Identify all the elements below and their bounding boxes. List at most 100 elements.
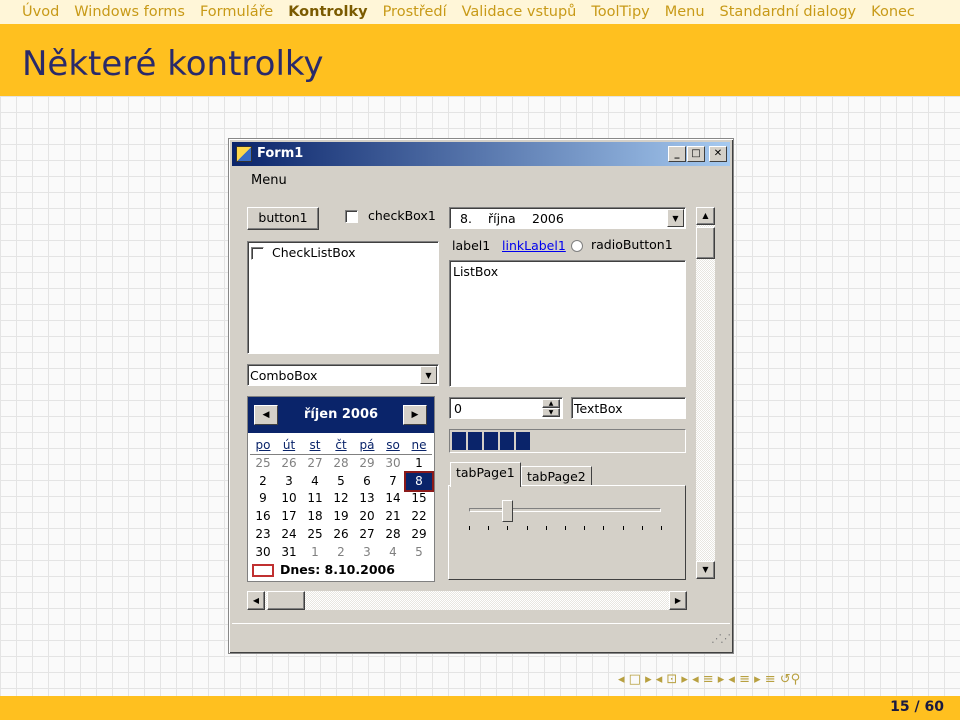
resize-grip-icon[interactable]: ⋰⋰ (711, 632, 731, 645)
close-button[interactable]: ✕ (709, 146, 727, 162)
status-separator (232, 623, 730, 624)
numeric-updown-value: 0 (454, 401, 462, 416)
calendar-day[interactable]: 30 (250, 544, 276, 562)
scroll-right-icon[interactable]: ▶ (669, 591, 687, 610)
textbox[interactable]: TextBox (571, 397, 686, 419)
trackbar-thumb[interactable] (502, 500, 514, 522)
scroll-down-icon[interactable]: ▼ (696, 561, 715, 579)
nav-item-kontrolky[interactable]: Kontrolky (288, 4, 367, 20)
listbox[interactable]: ListBox (449, 260, 686, 387)
calendar-day[interactable]: 16 (250, 508, 276, 526)
numeric-updown[interactable]: 0 ▲ ▼ (449, 397, 563, 419)
calendar-day[interactable]: 28 (380, 526, 406, 544)
calendar-day[interactable]: 4 (302, 473, 328, 491)
weekday-label: út (282, 438, 296, 452)
chevron-down-icon[interactable]: ▼ (667, 209, 684, 227)
calendar-day[interactable]: 29 (406, 526, 432, 544)
weekday-label: čt (335, 438, 347, 452)
calendar-day[interactable]: 17 (276, 508, 302, 526)
beamer-navigation-icons[interactable]: ◂ □ ▸ ◂ ⊡ ▸ ◂ ≡ ▸ ◂ ≡ ▸ ≡ ↺⚲ (618, 672, 800, 687)
calendar-day[interactable]: 14 (380, 490, 406, 508)
calendar-day[interactable]: 25 (250, 455, 276, 473)
scroll-left-icon[interactable]: ◀ (247, 591, 265, 610)
form-window: Form1 _ □ ✕ Menu button1 checkBox1 8. ří… (228, 138, 734, 654)
calendar-day[interactable]: 2 (250, 473, 276, 491)
calendar-day[interactable]: 7 (380, 473, 406, 491)
nav-item-prostredi[interactable]: Prostředí (383, 4, 447, 20)
calendar-day[interactable]: 22 (406, 508, 432, 526)
calendar-day[interactable]: 9 (250, 490, 276, 508)
vertical-scrollbar[interactable] (696, 207, 715, 579)
calendar-day[interactable]: 10 (276, 490, 302, 508)
chevron-down-icon[interactable]: ▼ (420, 366, 437, 384)
nav-item-windows-forms[interactable]: Windows forms (74, 4, 185, 20)
trackbar-tick (545, 526, 547, 530)
calendar-day[interactable]: 26 (276, 455, 302, 473)
calendar-day-selected[interactable]: 8 (404, 470, 434, 493)
calendar-day[interactable]: 5 (328, 473, 354, 491)
trackbar-track[interactable] (469, 508, 661, 512)
calendar-day[interactable]: 4 (380, 544, 406, 562)
calendar-day[interactable]: 26 (328, 526, 354, 544)
calendar-day[interactable]: 18 (302, 508, 328, 526)
calendar-day[interactable]: 3 (276, 473, 302, 491)
date-picker[interactable]: 8. října 2006 ▼ (449, 207, 686, 229)
calendar-day[interactable]: 1 (406, 455, 432, 473)
tab-page2[interactable]: tabPage2 (521, 466, 592, 486)
checkbox1[interactable]: checkBox1 (345, 208, 436, 223)
tab-page1[interactable]: tabPage1 (450, 462, 521, 487)
calendar-week: 23 24 25 26 27 28 29 (250, 526, 432, 544)
checklistbox[interactable]: CheckListBox (247, 241, 439, 354)
nav-item-konec[interactable]: Konec (871, 4, 915, 20)
calendar-day[interactable]: 1 (302, 544, 328, 562)
horizontal-scrollbar[interactable] (247, 591, 687, 610)
listbox-item[interactable]: ListBox (453, 264, 498, 279)
nav-item-formulare[interactable]: Formuláře (200, 4, 273, 20)
checklistbox-item[interactable]: CheckListBox (251, 245, 356, 260)
calendar-day[interactable]: 24 (276, 526, 302, 544)
button1[interactable]: button1 (247, 207, 319, 230)
calendar-day[interactable]: 27 (354, 526, 380, 544)
calendar-day[interactable]: 19 (328, 508, 354, 526)
nav-item-standardni-dialogy[interactable]: Standardní dialogy (720, 4, 857, 20)
calendar-today[interactable]: Dnes: 8.10.2006 (252, 562, 395, 577)
chevron-right-icon[interactable]: ▶ (403, 405, 427, 425)
calendar-day[interactable]: 12 (328, 490, 354, 508)
calendar-day[interactable]: 30 (380, 455, 406, 473)
combobox[interactable]: ComboBox ▼ (247, 364, 439, 386)
calendar-day[interactable]: 25 (302, 526, 328, 544)
calendar-day[interactable]: 3 (354, 544, 380, 562)
nav-item-uvod[interactable]: Úvod (22, 4, 59, 20)
calendar-day[interactable]: 13 (354, 490, 380, 508)
calendar-day[interactable]: 29 (354, 455, 380, 473)
calendar-day[interactable]: 23 (250, 526, 276, 544)
calendar-day[interactable]: 28 (328, 455, 354, 473)
menu-item[interactable]: Menu (251, 173, 287, 188)
calendar-day[interactable]: 5 (406, 544, 432, 562)
calendar-day[interactable]: 20 (354, 508, 380, 526)
calendar-day[interactable]: 15 (406, 490, 432, 508)
spin-down-icon[interactable]: ▼ (542, 408, 560, 417)
minimize-button[interactable]: _ (668, 146, 686, 162)
nav-item-tooltipy[interactable]: ToolTipy (591, 4, 649, 20)
scroll-up-icon[interactable]: ▲ (696, 207, 715, 225)
maximize-button[interactable]: □ (687, 146, 705, 162)
calendar-day[interactable]: 6 (354, 473, 380, 491)
month-calendar[interactable]: ◀ říjen 2006 ▶ po út st čt pá so ne 25 2… (247, 396, 435, 582)
link-label1[interactable]: linkLabel1 (502, 238, 566, 253)
horizontal-scroll-thumb[interactable] (267, 591, 305, 610)
window-titlebar[interactable]: Form1 _ □ ✕ (232, 142, 730, 166)
vertical-scroll-thumb[interactable] (696, 227, 715, 259)
calendar-day[interactable]: 27 (302, 455, 328, 473)
slide-footer: 15 / 60 (0, 696, 960, 720)
calendar-day[interactable]: 31 (276, 544, 302, 562)
calendar-day[interactable]: 2 (328, 544, 354, 562)
nav-item-menu[interactable]: Menu (665, 4, 705, 20)
trackbar-tick (565, 526, 566, 530)
calendar-day[interactable]: 11 (302, 490, 328, 508)
calendar-day[interactable]: 21 (380, 508, 406, 526)
spin-up-icon[interactable]: ▲ (542, 399, 560, 408)
nav-item-validace-vstupu[interactable]: Validace vstupů (462, 4, 577, 20)
checkbox-square-icon (345, 210, 358, 223)
radio-button1[interactable]: radioButton1 (571, 237, 673, 252)
